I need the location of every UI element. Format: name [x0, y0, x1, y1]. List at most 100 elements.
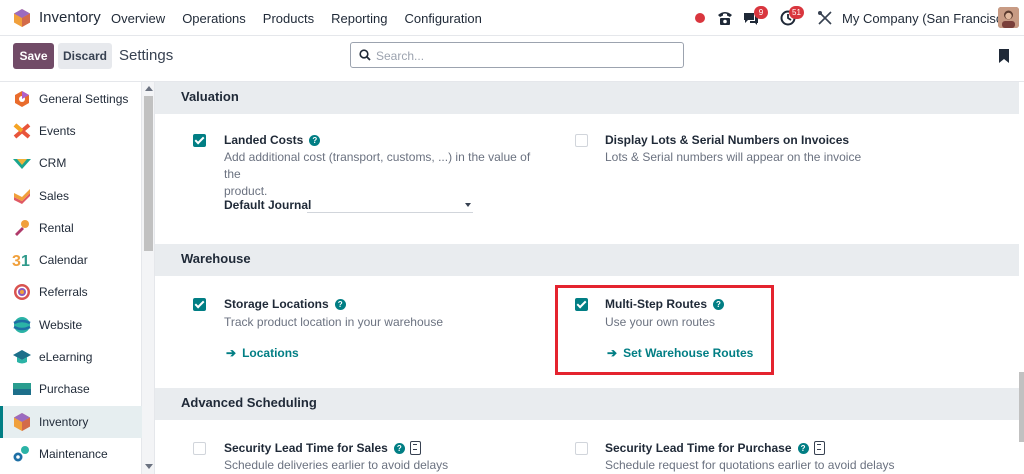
- sidebar-item-label: Inventory: [39, 415, 89, 429]
- settings-content: Valuation Landed Costs? Add additional c…: [155, 82, 1019, 474]
- section-advanced-scheduling: Advanced Scheduling: [155, 388, 1019, 420]
- bookmark-icon[interactable]: [998, 49, 1010, 63]
- breadcrumb: Settings: [119, 47, 174, 64]
- help-icon[interactable]: ?: [334, 299, 346, 310]
- inventory-icon: [14, 413, 30, 431]
- lead-time-sales-checkbox[interactable]: [193, 442, 206, 455]
- sidebar-scrollbar[interactable]: [142, 82, 155, 474]
- app-name[interactable]: Inventory: [39, 9, 101, 26]
- scrollbar-thumb[interactable]: [144, 96, 153, 251]
- storage-locations-checkbox[interactable]: [193, 298, 206, 311]
- setting-title: Security Lead Time for Purchase: [605, 441, 792, 455]
- sidebar-item-general-settings[interactable]: General Settings: [0, 83, 142, 115]
- storage-locations-description: Track product location in your warehouse: [224, 315, 443, 329]
- sidebar-item-label: Purchase: [39, 382, 90, 396]
- scroll-down-arrow-icon[interactable]: [145, 464, 153, 469]
- svg-text:3: 3: [12, 253, 21, 269]
- purchase-icon: [13, 383, 31, 395]
- landed-costs-description: Add additional cost (transport, customs,…: [224, 149, 544, 200]
- default-journal-label: Default Journal: [224, 198, 312, 212]
- company-switcher[interactable]: My Company (San Francisco): [842, 11, 1014, 26]
- sidebar-item-referrals[interactable]: Referrals: [0, 276, 142, 308]
- sidebar-item-label: eLearning: [39, 350, 93, 364]
- lots-invoices-checkbox[interactable]: [575, 134, 588, 147]
- website-icon: [13, 317, 31, 333]
- sidebar-item-purchase[interactable]: Purchase: [0, 373, 142, 405]
- settings-hexagon-icon: [15, 91, 29, 107]
- sidebar-item-sales[interactable]: Sales: [0, 180, 142, 212]
- sidebar-item-rental[interactable]: Rental: [0, 212, 142, 244]
- phone-icon[interactable]: [716, 9, 734, 27]
- lead-time-sales-description: Schedule deliveries earlier to avoid del…: [224, 458, 449, 472]
- section-valuation: Valuation: [155, 82, 1019, 114]
- arrow-right-icon: ➔: [226, 346, 237, 360]
- sales-icon: [14, 189, 30, 204]
- landed-costs-setting: Landed Costs?: [224, 133, 321, 147]
- help-icon[interactable]: ?: [797, 443, 809, 454]
- menu-configuration[interactable]: Configuration: [404, 11, 481, 26]
- discard-button[interactable]: Discard: [58, 43, 112, 69]
- sidebar-item-label: Sales: [39, 189, 70, 203]
- sidebar-item-label: General Settings: [39, 92, 129, 106]
- lead-time-purchase-description: Schedule request for quotations earlier …: [605, 458, 895, 472]
- sidebar-item-events[interactable]: Events: [0, 115, 142, 147]
- lots-invoices-title: Display Lots & Serial Numbers on Invoice…: [605, 133, 850, 147]
- search-input[interactable]: [376, 47, 676, 65]
- sidebar-item-label: Events: [39, 124, 76, 138]
- debug-tools-icon[interactable]: [816, 9, 834, 27]
- rental-icon: [15, 220, 29, 236]
- maintenance-icon: [13, 446, 29, 462]
- storage-locations-setting: Storage Locations?: [224, 297, 346, 311]
- sidebar-item-elearning[interactable]: eLearning: [0, 341, 142, 373]
- content-scrollbar-thumb[interactable]: [1019, 372, 1024, 442]
- menu-reporting[interactable]: Reporting: [331, 11, 387, 26]
- svg-text:1: 1: [21, 253, 30, 269]
- messages-badge: 9: [754, 6, 768, 19]
- section-title: Warehouse: [181, 251, 251, 266]
- help-icon[interactable]: ?: [393, 443, 405, 454]
- menu-products[interactable]: Products: [263, 11, 314, 26]
- recording-dot-icon[interactable]: [695, 13, 705, 23]
- menu-operations[interactable]: Operations: [182, 11, 246, 26]
- scroll-up-arrow-icon[interactable]: [145, 86, 153, 91]
- sidebar-item-label: Referrals: [39, 285, 88, 299]
- annotation-highlight-box: [555, 285, 774, 375]
- search-icon: [359, 49, 371, 61]
- sidebar-item-label: CRM: [39, 156, 67, 170]
- lead-time-purchase-checkbox[interactable]: [575, 442, 588, 455]
- settings-sidebar: General Settings Events CRM Sales Rental…: [0, 82, 142, 474]
- inventory-app-icon[interactable]: [14, 9, 30, 27]
- sidebar-item-label: Calendar: [39, 253, 88, 267]
- referrals-icon: [14, 284, 30, 300]
- sidebar-item-crm[interactable]: CRM: [0, 147, 142, 179]
- company-setting-icon: [409, 441, 421, 455]
- setting-title: Security Lead Time for Sales: [224, 441, 388, 455]
- setting-title: Storage Locations: [224, 297, 329, 311]
- lots-invoices-description: Lots & Serial numbers will appear on the…: [605, 150, 862, 164]
- section-title: Advanced Scheduling: [181, 395, 317, 410]
- default-journal-select[interactable]: [307, 197, 473, 213]
- sidebar-item-label: Website: [39, 318, 83, 332]
- sidebar-item-website[interactable]: Website: [0, 309, 142, 341]
- setting-title: Landed Costs: [224, 133, 304, 147]
- sidebar-item-maintenance[interactable]: Maintenance: [0, 438, 142, 470]
- control-panel: Save Discard Settings: [0, 36, 1024, 82]
- locations-link[interactable]: ➔ Locations: [226, 346, 299, 360]
- sidebar-item-calendar[interactable]: 31 Calendar: [0, 244, 142, 276]
- main-menu: Overview Operations Products Reporting C…: [111, 11, 499, 26]
- section-title: Valuation: [181, 89, 239, 104]
- landed-costs-checkbox[interactable]: [193, 134, 206, 147]
- user-avatar[interactable]: [998, 7, 1019, 28]
- save-button[interactable]: Save: [13, 43, 54, 69]
- events-icon: [13, 123, 31, 139]
- help-icon[interactable]: ?: [309, 135, 321, 146]
- sidebar-item-inventory[interactable]: Inventory: [0, 406, 142, 438]
- sidebar-item-label: Rental: [39, 221, 74, 235]
- crm-icon: [13, 159, 31, 169]
- lead-time-purchase-setting: Security Lead Time for Purchase?: [605, 441, 825, 455]
- search-box[interactable]: [350, 42, 684, 68]
- avatar-image-icon: [998, 7, 1019, 28]
- description-line: Add additional cost (transport, customs,…: [224, 150, 531, 181]
- company-setting-icon: [813, 441, 825, 455]
- menu-overview[interactable]: Overview: [111, 11, 165, 26]
